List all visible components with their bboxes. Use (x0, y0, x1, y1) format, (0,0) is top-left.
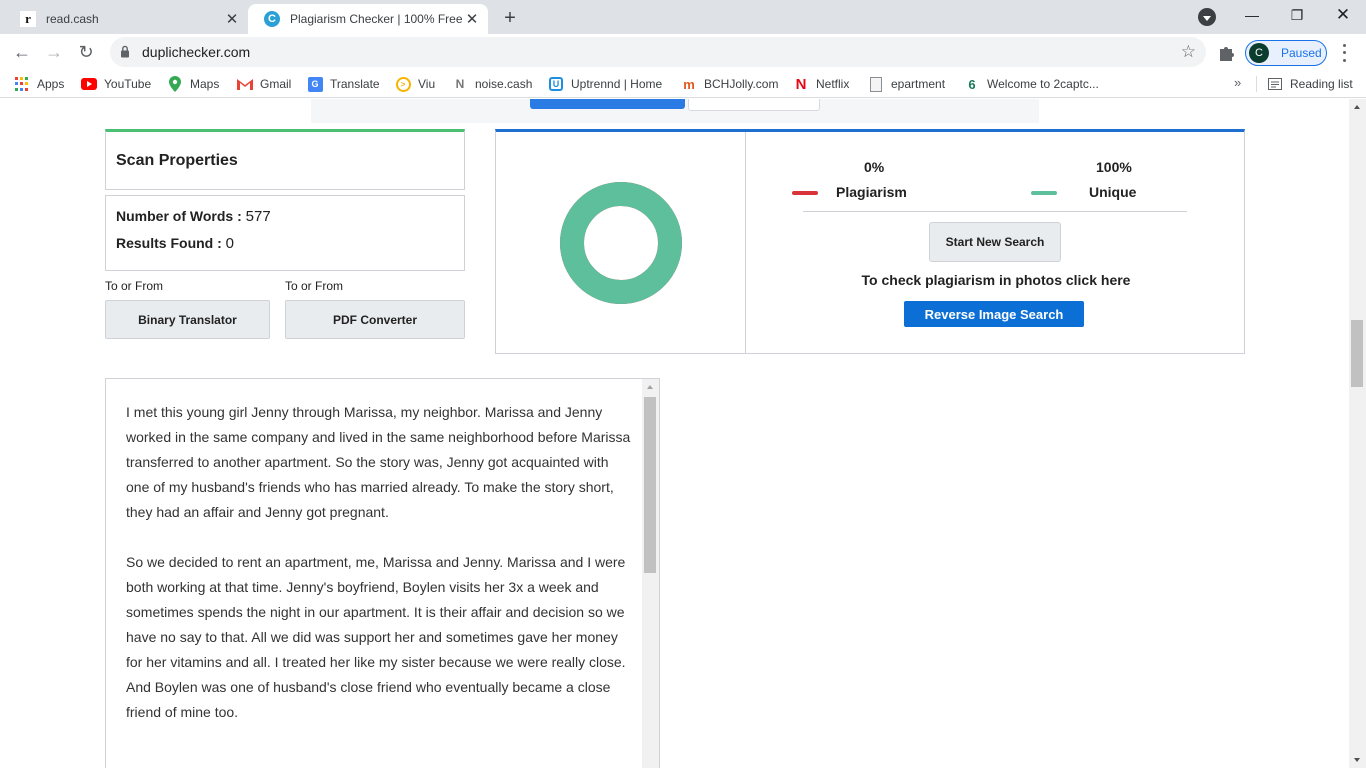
bookmark-apps[interactable]: Apps (14, 75, 64, 93)
tab-title: read.cash (46, 12, 99, 26)
pdf-converter-button[interactable]: PDF Converter (285, 300, 465, 339)
new-tab-icon[interactable]: + (498, 6, 522, 30)
textbox-scrollbar[interactable] (642, 379, 659, 768)
noise-icon: N (455, 77, 465, 91)
bookmark-star-icon[interactable]: ☆ (1181, 42, 1196, 62)
tab-title: Plagiarism Checker | 100% Free a (290, 12, 462, 26)
bookmark-maps[interactable]: Maps (167, 75, 219, 93)
netflix-icon: N (795, 75, 807, 93)
scan-properties-body: Number of Words : 577 Results Found : 0 (105, 195, 465, 271)
results-divider (745, 132, 746, 354)
forward-icon[interactable]: → (40, 38, 68, 66)
text-paragraph: So we decided to rent an apartment, me, … (126, 554, 626, 720)
viu-icon: > (395, 76, 411, 92)
scroll-down-arrow-icon[interactable] (1354, 758, 1360, 762)
scroll-up-arrow-icon[interactable] (647, 385, 653, 389)
page-content: Scan Properties Number of Words : 577 Re… (0, 99, 1349, 768)
avatar: C (1249, 43, 1269, 63)
chrome-menu-icon[interactable] (1338, 42, 1350, 64)
close-tab-icon[interactable]: ✕ (222, 9, 242, 29)
plagiarism-legend-swatch (792, 191, 818, 195)
word-count-value: 577 (245, 208, 271, 225)
profile-status: Paused (1281, 46, 1322, 60)
check-plagiarism-button-partial[interactable] (530, 99, 685, 109)
duplichecker-favicon-icon: C (264, 11, 280, 27)
browser-toolbar: ← → ↻ duplichecker.com ☆ (0, 34, 1366, 70)
bookmark-2captcha[interactable]: 6 Welcome to 2captc... (964, 75, 1098, 93)
bookmark-noise-cash[interactable]: N noise.cash (452, 75, 533, 93)
close-window-icon[interactable]: ✕ (1320, 0, 1366, 30)
scroll-up-arrow-icon[interactable] (1354, 105, 1360, 109)
photo-check-text: To check plagiarism in photos click here (861, 272, 1131, 288)
bchjolly-icon: m (683, 76, 695, 92)
results-panel: 0% Plagiarism 100% Unique Start New Sear… (495, 129, 1245, 354)
plagiarism-label: Plagiarism (836, 184, 907, 200)
word-count-row: Number of Words : 577 (116, 208, 271, 225)
tab-plagiarism-checker[interactable]: C Plagiarism Checker | 100% Free a ✕ (248, 4, 488, 34)
donut-unique-ring (560, 182, 682, 304)
secondary-button-partial[interactable] (688, 99, 820, 111)
start-new-search-button[interactable]: Start New Search (929, 222, 1061, 262)
apps-grid-icon (14, 76, 30, 92)
tab-search-icon[interactable] (1198, 8, 1216, 26)
tool-caption: To or From (105, 279, 164, 293)
gmail-icon (237, 76, 253, 92)
document-icon (868, 76, 884, 92)
captcha-icon: 6 (968, 76, 976, 92)
bookmarks-bar: Apps YouTube Maps Gmail G Translate > Vi… (0, 70, 1366, 98)
binary-translator-button[interactable]: Binary Translator (105, 300, 270, 339)
tool-caption: To or From (285, 279, 344, 293)
maps-pin-icon (167, 76, 183, 92)
scan-properties-header: Scan Properties (105, 129, 465, 190)
bookmark-translate[interactable]: G Translate (307, 75, 380, 93)
plagiarism-percent: 0% (864, 159, 885, 175)
extensions-puzzle-icon[interactable] (1216, 41, 1238, 63)
page-scroll-thumb[interactable] (1351, 320, 1363, 387)
unique-label: Unique (1089, 184, 1137, 200)
restore-icon[interactable]: ❐ (1274, 0, 1320, 30)
bookmark-youtube[interactable]: YouTube (81, 75, 151, 93)
tab-read-cash[interactable]: r read.cash ✕ (4, 4, 248, 34)
reading-list-button[interactable]: Reading list (1267, 75, 1353, 93)
bookmark-epartment[interactable]: epartment (868, 75, 945, 93)
back-icon[interactable]: ← (8, 38, 36, 66)
bookmark-uptrennd[interactable]: U Uptrennd | Home (548, 75, 662, 93)
lock-icon (121, 45, 129, 58)
unique-legend-swatch (1031, 191, 1057, 195)
youtube-icon (81, 76, 97, 92)
bookmark-gmail[interactable]: Gmail (237, 75, 291, 93)
bookmark-viu[interactable]: > Viu (395, 75, 435, 93)
close-tab-icon[interactable]: ✕ (462, 9, 482, 29)
address-bar[interactable]: duplichecker.com ☆ (110, 37, 1206, 67)
translate-icon: G (307, 76, 323, 92)
read-cash-favicon-icon: r (20, 11, 36, 27)
reload-icon[interactable]: ↻ (72, 38, 100, 66)
text-paragraph: I met this young girl Jenny through Mari… (126, 404, 631, 520)
scan-properties-title: Scan Properties (116, 152, 238, 169)
results-found-value: 0 (225, 235, 235, 252)
unique-percent: 100% (1096, 159, 1132, 175)
bookmarks-divider (1256, 76, 1257, 92)
textbox-scroll-thumb[interactable] (644, 397, 656, 573)
results-found-row: Results Found : 0 (116, 235, 235, 252)
uniqueness-donut-chart (560, 182, 682, 304)
more-bookmarks-icon[interactable]: » (1234, 75, 1241, 90)
results-separator (803, 211, 1187, 212)
reading-list-icon (1267, 76, 1283, 92)
bookmark-netflix[interactable]: N Netflix (793, 75, 850, 93)
page-scrollbar[interactable] (1349, 99, 1366, 768)
tab-strip: r read.cash ✕ C Plagiarism Checker | 100… (0, 0, 1366, 34)
bookmark-bchjolly[interactable]: m BCHJolly.com (681, 75, 778, 93)
url-text: duplichecker.com (142, 44, 251, 60)
checked-text: I met this young girl Jenny through Mari… (126, 400, 631, 750)
text-input-area[interactable]: I met this young girl Jenny through Mari… (105, 378, 660, 768)
reverse-image-search-button[interactable]: Reverse Image Search (904, 301, 1084, 327)
minimize-icon[interactable]: — (1229, 0, 1275, 30)
profile-button[interactable]: C Paused (1245, 40, 1327, 66)
uptrennd-icon: U (548, 76, 564, 92)
